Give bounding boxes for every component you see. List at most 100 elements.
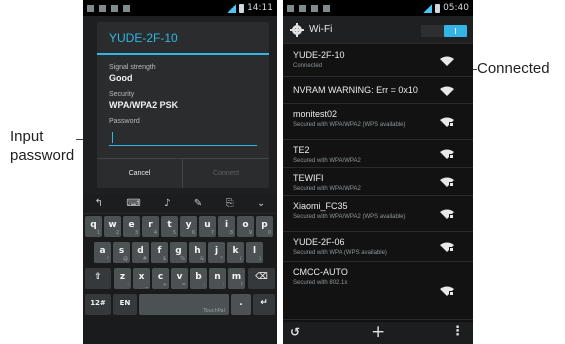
key-label: j xyxy=(214,246,219,256)
keyboard-row-2: a! s @ d # f $ g% h & j * k(l) xyxy=(83,240,277,266)
key-label: n xyxy=(214,272,221,282)
key-alt-label: ? xyxy=(240,282,243,288)
phone-screen-wifi-password-dialog: 14:11 YUDE-2F-10 Signal strength Good Se… xyxy=(83,0,277,344)
network-item[interactable]: TEWIFI Secured with WPA/WPA2 xyxy=(283,168,473,196)
symbols-mode-key[interactable]: 12# xyxy=(85,294,111,315)
status-bar: 05:40 xyxy=(283,0,473,16)
key-y[interactable]: y6 xyxy=(180,216,197,237)
keyboard-row-1: q1w2e3r4t5y6u7i8o9p0 xyxy=(83,214,277,240)
key-r[interactable]: r4 xyxy=(142,216,159,237)
key-alt-label: 1 xyxy=(96,230,100,236)
add-network-icon[interactable]: + xyxy=(371,322,385,342)
network-item[interactable]: monitest02 Secured with WPA/WPA2 (WPS ava… xyxy=(283,104,473,140)
key-alt-label: + xyxy=(162,282,167,288)
dialog-title: YUDE-2F-10 xyxy=(109,31,178,45)
network-name: YUDE-2F-10 xyxy=(293,50,345,60)
key-j[interactable]: j * xyxy=(208,242,225,263)
network-item[interactable]: NVRAM WARNING: Err = 0x10 xyxy=(283,77,473,104)
password-input[interactable] xyxy=(109,132,257,146)
wps-icon[interactable]: ↺ xyxy=(290,325,300,339)
key-alt-label: ! xyxy=(106,256,109,262)
key-alt-label: ; xyxy=(203,282,205,288)
cursor-move-icon[interactable]: ↰ xyxy=(95,194,103,214)
network-item[interactable]: Xiaomi_FC35 Secured with WPA/WPA2 (WPS av… xyxy=(283,196,473,232)
bottom-action-bar: ↺ + ⋮ xyxy=(283,322,473,344)
network-item[interactable]: YUDE-2F-10 Connected xyxy=(283,45,473,77)
key-label: o xyxy=(242,220,249,230)
language-key[interactable]: EN xyxy=(113,294,137,315)
notification-icon xyxy=(123,4,130,12)
key-v[interactable]: v = xyxy=(171,268,188,289)
wifi-toggle[interactable] xyxy=(421,25,467,37)
status-time: 05:40 xyxy=(443,3,469,13)
key-o[interactable]: o9 xyxy=(237,216,254,237)
key-f[interactable]: f $ xyxy=(151,242,168,263)
key-b[interactable]: b; xyxy=(190,268,207,289)
network-status: Secured with WPA/WPA2 xyxy=(293,186,361,192)
key-alt-label: 7 xyxy=(210,230,214,236)
key-m[interactable]: m? xyxy=(228,268,245,289)
key-alt-label: 4 xyxy=(153,230,157,236)
key-e[interactable]: e3 xyxy=(123,216,140,237)
network-status: Secured with WPA/WPA2 xyxy=(293,158,361,164)
settings-gear-icon[interactable] xyxy=(290,23,304,37)
key-label: p xyxy=(261,220,268,230)
key-k[interactable]: k( xyxy=(227,242,244,263)
dialog-title-divider xyxy=(97,53,269,55)
microphone-icon[interactable]: ♪ xyxy=(164,194,170,214)
key-h[interactable]: h & xyxy=(189,242,206,263)
key-l[interactable]: l) xyxy=(246,242,263,263)
signal-strength-value: Good xyxy=(109,73,133,83)
network-item[interactable]: YUDE-2F-06 Secured with WPA (WPS availabl… xyxy=(283,232,473,262)
network-status: Connected xyxy=(293,63,323,69)
key-alt-label: _ xyxy=(145,282,149,288)
keyboard-layout-icon[interactable]: ⌨ xyxy=(126,194,140,214)
handwriting-icon[interactable]: ✎ xyxy=(194,194,202,214)
soft-keyboard: q1w2e3r4t5y6u7i8o9p0 a! s @ d # f $ g% h & j * k(l) … xyxy=(83,214,277,344)
backspace-key-icon[interactable]: ⌫ xyxy=(248,268,275,289)
clipboard-icon[interactable]: ⎘ xyxy=(226,194,234,214)
wifi-action-bar: Wi-Fi xyxy=(283,16,473,44)
overflow-menu-icon[interactable]: ⋮ xyxy=(451,324,464,339)
key-s[interactable]: s @ xyxy=(113,242,130,263)
network-name: TE2 xyxy=(293,145,310,155)
notification-icon xyxy=(111,4,118,12)
key-alt-label: 9 xyxy=(248,230,252,236)
space-key[interactable]: TouchPal xyxy=(139,294,229,315)
key-p[interactable]: p0 xyxy=(256,216,273,237)
network-item[interactable]: CMCC-AUTO Secured with 802.1x xyxy=(283,262,473,320)
network-list: YUDE-2F-10 Connected NVRAM WARNING: Err = … xyxy=(283,45,473,320)
key-z[interactable]: z- xyxy=(114,268,131,289)
key-a[interactable]: a! xyxy=(94,242,111,263)
network-status: Secured with 802.1x xyxy=(293,280,348,286)
network-item[interactable]: TE2 Secured with WPA/WPA2 xyxy=(283,140,473,168)
key-w[interactable]: w2 xyxy=(104,216,121,237)
security-label: Security xyxy=(109,91,135,98)
key-q[interactable]: q1 xyxy=(85,216,102,237)
hide-keyboard-icon[interactable]: ⌄ xyxy=(257,194,265,214)
key-u[interactable]: u7 xyxy=(199,216,216,237)
key-t[interactable]: t5 xyxy=(161,216,178,237)
key-label: s xyxy=(118,246,125,256)
wifi-toggle-thumb xyxy=(444,25,467,37)
key-label: z xyxy=(119,272,126,282)
callout-connected: Connected xyxy=(477,60,550,77)
key-label: i xyxy=(224,220,229,230)
key-d[interactable]: d # xyxy=(132,242,149,263)
key-n[interactable]: n: xyxy=(209,268,226,289)
connect-button[interactable]: Connect xyxy=(183,159,269,188)
enter-key-icon[interactable]: ↵ xyxy=(253,294,275,315)
key-label: a xyxy=(99,246,106,256)
shift-key-icon[interactable]: ⇧ xyxy=(85,268,111,289)
key-c[interactable]: c + xyxy=(152,268,169,289)
cancel-button[interactable]: Cancel xyxy=(97,159,183,188)
wifi-locked-icon xyxy=(440,286,454,296)
key-alt-label: 6 xyxy=(191,230,195,236)
key-g[interactable]: g% xyxy=(170,242,187,263)
network-name: TEWIFI xyxy=(293,173,324,183)
key-x[interactable]: x _ xyxy=(133,268,150,289)
key-i[interactable]: i8 xyxy=(218,216,235,237)
key-label: t xyxy=(167,220,172,230)
period-key[interactable]: . xyxy=(231,294,251,315)
security-value: WPA/WPA2 PSK xyxy=(109,100,179,110)
